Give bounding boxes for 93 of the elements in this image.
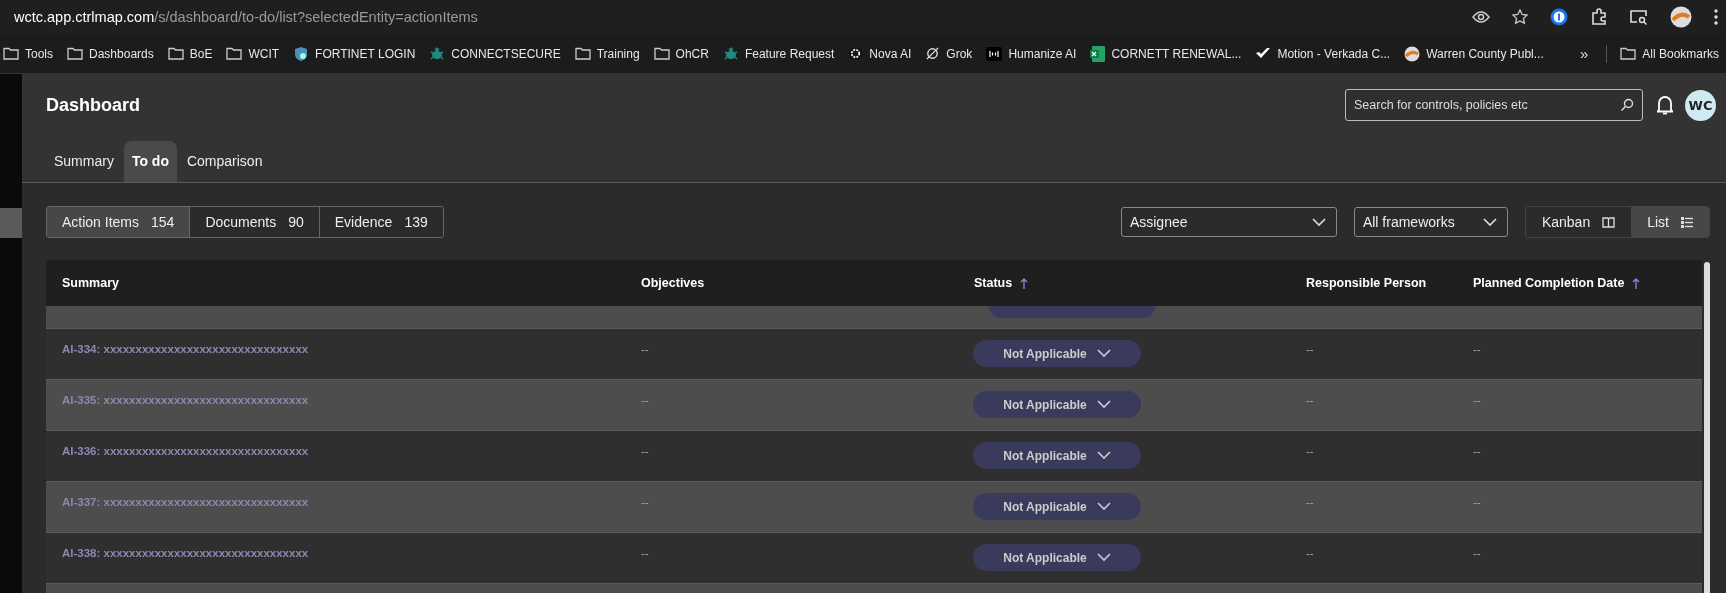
table-cell: --: [641, 343, 649, 355]
bookmark-link[interactable]: Motion - Verkada C...: [1277, 46, 1391, 61]
table-cell: --: [1306, 343, 1314, 355]
action-item-link[interactable]: AI-334: xxxxxxxxxxxxxxxxxxxxxxxxxxxxxxxx: [62, 343, 309, 355]
menu-icon[interactable]: [1714, 9, 1718, 25]
table-cell: --: [1473, 343, 1481, 355]
turtle-icon: [429, 45, 446, 62]
tab[interactable]: Comparison: [178, 141, 271, 182]
segment-button[interactable]: Action Items 154: [47, 207, 191, 237]
status-dropdown[interactable]: Not Applicable: [973, 493, 1141, 520]
puzzle-icon[interactable]: [1590, 8, 1608, 26]
chevron-down-icon: [1096, 349, 1111, 358]
column-header[interactable]: Status: [974, 276, 1013, 290]
badge-icon: [986, 46, 1003, 61]
column-header[interactable]: Summary: [62, 276, 119, 290]
table-cell: --: [641, 547, 649, 559]
table-cell: --: [641, 394, 649, 406]
status-dropdown[interactable]: Not Applicable: [973, 391, 1141, 418]
table-cell: --: [1473, 394, 1481, 406]
bookmark-link[interactable]: CORNETT RENEWAL...: [1111, 46, 1242, 61]
spreadsheet-icon: [1090, 45, 1106, 62]
table-cell: --: [1473, 547, 1481, 559]
table-cell: --: [1306, 496, 1314, 508]
bookmark-link[interactable]: CONNECTSECURE: [451, 46, 561, 61]
status-dropdown[interactable]: Not Applicable: [973, 340, 1141, 367]
table-cell: --: [1306, 445, 1314, 457]
bell-icon[interactable]: [1657, 95, 1673, 115]
status-dropdown[interactable]: Not Applicable: [973, 544, 1141, 571]
folder-icon: [67, 47, 83, 60]
folder-icon: [1620, 47, 1637, 60]
bookmark-link[interactable]: Warren County Publ...: [1426, 46, 1544, 61]
filter-dropdown[interactable]: All frameworks: [1353, 207, 1508, 237]
folder-icon: [574, 47, 591, 60]
folder-icon: [226, 47, 243, 60]
action-item-link[interactable]: AI-338: xxxxxxxxxxxxxxxxxxxxxxxxxxxxxxxx: [62, 547, 309, 559]
bookmark-link[interactable]: Nova AI: [869, 46, 912, 61]
search-icon[interactable]: [1620, 98, 1634, 112]
sort-arrow-icon[interactable]: [1632, 277, 1641, 289]
chevron-down-icon: [1482, 217, 1497, 227]
chevron-down-icon: [1311, 217, 1326, 227]
bookmark-link[interactable]: Training: [596, 46, 640, 61]
page-title: Dashboard: [46, 94, 141, 116]
shield-icon: [293, 45, 310, 62]
folder-icon: [653, 47, 670, 60]
bookmark-link[interactable]: Humanize AI: [1008, 46, 1077, 61]
bookmark-link[interactable]: Feature Request: [744, 46, 835, 61]
column-header[interactable]: Objectives: [641, 276, 705, 290]
folder-icon: [3, 47, 19, 60]
table-cell: --: [641, 445, 649, 457]
more-bookmarks-button[interactable]: »: [1567, 45, 1601, 62]
url-text[interactable]: wctc.app.ctrlmap.com/s/dashboard/to-do/list?selectedEntity=actionItems: [0, 9, 478, 25]
user-avatar[interactable]: WC: [1685, 89, 1716, 121]
scrollbar[interactable]: [1704, 262, 1710, 593]
bookmark-link[interactable]: WCIT: [248, 46, 280, 61]
bookmark-link[interactable]: OhCR: [675, 46, 709, 61]
bookmark-link[interactable]: Grok: [946, 46, 973, 61]
table-cell: --: [641, 496, 649, 508]
star-icon[interactable]: [1512, 9, 1528, 25]
view-toggle-button[interactable]: List: [1631, 207, 1709, 237]
tab[interactable]: Summary: [46, 141, 122, 182]
gear-icon: [848, 46, 864, 61]
chevron-down-icon: [1096, 502, 1111, 511]
profile-icon[interactable]: [1670, 6, 1692, 28]
checkmark-icon: [1255, 47, 1272, 60]
segment-button[interactable]: Documents 90: [190, 207, 320, 237]
table-cell: --: [1473, 445, 1481, 457]
segment-button[interactable]: Evidence 139: [319, 207, 443, 237]
status-dropdown[interactable]: Not Applicable: [973, 442, 1141, 469]
action-item-link[interactable]: AI-336: xxxxxxxxxxxxxxxxxxxxxxxxxxxxxxxx: [62, 445, 309, 457]
turtle-icon: [722, 45, 739, 62]
bookmark-link[interactable]: Tools: [25, 46, 53, 61]
folder-icon: [167, 47, 184, 60]
list-icon: [1681, 216, 1693, 228]
table-cell: --: [1306, 547, 1314, 559]
column-header[interactable]: Planned Completion Date: [1473, 276, 1625, 290]
filter-dropdown[interactable]: Assignee: [1120, 207, 1337, 237]
tab[interactable]: To do: [123, 141, 177, 182]
chevron-down-icon: [1096, 553, 1111, 562]
table-cell: --: [1306, 394, 1314, 406]
search-field[interactable]: Search for controls, policies etc: [1345, 89, 1643, 121]
sort-arrow-icon[interactable]: [1020, 277, 1029, 289]
tab-search-icon[interactable]: [1630, 9, 1648, 25]
bookmark-link[interactable]: FORTINET LOGIN: [315, 46, 416, 61]
table-cell: --: [1473, 496, 1481, 508]
bookmark-link[interactable]: Dashboards: [89, 46, 154, 61]
book-icon: [1602, 216, 1616, 228]
bookmark-link[interactable]: All Bookmarks: [1642, 46, 1719, 61]
chevron-down-icon: [1096, 451, 1111, 460]
round-logo-icon: [1404, 45, 1421, 62]
chevron-down-icon: [1096, 400, 1111, 409]
eye-icon[interactable]: [1472, 11, 1490, 23]
bookmark-link[interactable]: BoE: [189, 46, 213, 61]
slashed-circle-icon: [925, 46, 941, 61]
